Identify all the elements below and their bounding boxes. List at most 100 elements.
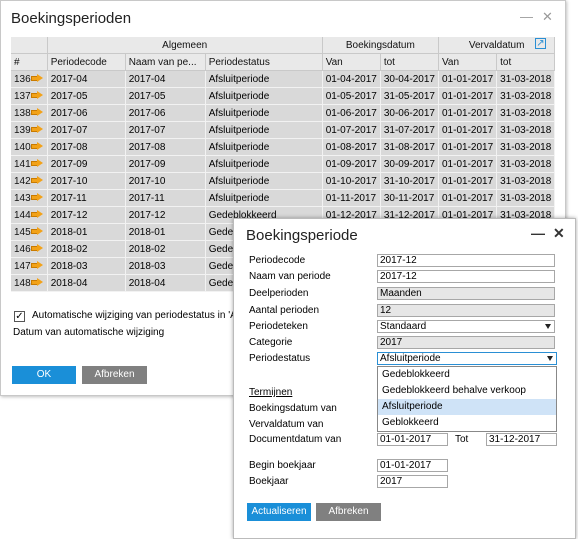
link-arrow-icon[interactable] (30, 107, 43, 117)
link-arrow-icon[interactable] (30, 175, 43, 185)
update-button[interactable]: Actualiseren (247, 503, 311, 521)
table-cell: 30-09-2017 (380, 155, 440, 173)
table-row[interactable]: 142 2017-10 2017-10 Afsluitperiode 01-10-201… (11, 172, 556, 190)
period-name-field[interactable]: 2017-12 (377, 270, 555, 283)
minimize-icon[interactable]: — (520, 9, 533, 24)
link-arrow-icon[interactable] (30, 158, 43, 168)
chevron-down-icon (547, 356, 553, 361)
row-number-cell: 136 (11, 70, 48, 88)
link-arrow-icon[interactable] (30, 277, 43, 287)
column-header[interactable]: Van (322, 53, 381, 71)
table-cell: 2017-08 (47, 138, 126, 156)
table-row[interactable]: 143 2017-11 2017-11 Afsluitperiode 01-11-201… (11, 189, 556, 207)
column-header[interactable]: Periodecode (47, 53, 126, 71)
link-arrow-icon[interactable] (30, 243, 43, 253)
status-option[interactable]: Geblokkeerd (378, 415, 556, 431)
dialog-close-icon[interactable]: ✕ (553, 225, 565, 242)
row-number: 140 (14, 141, 31, 153)
table-row[interactable]: 140 2017-08 2017-08 Afsluitperiode 01-08-201… (11, 138, 556, 156)
period-dialog: Boekingsperiode — ✕ Periodecode 2017-12 … (233, 218, 576, 539)
table-cell: 01-01-2017 (438, 138, 498, 156)
expand-icon[interactable]: ↗ (535, 38, 546, 49)
table-cell: 2017-07 (125, 121, 206, 139)
fiscal-year-field[interactable]: 2017 (377, 475, 448, 488)
period-status-select[interactable]: Afsluitperiode (377, 352, 557, 365)
column-header[interactable]: tot (496, 53, 556, 71)
link-arrow-icon[interactable] (30, 192, 43, 202)
table-cell: 2018-04 (125, 274, 206, 292)
table-row[interactable]: 136 2017-04 2017-04 Afsluitperiode 01-04-201… (11, 70, 556, 88)
due-date-label: Vervaldatum van (249, 419, 324, 430)
link-arrow-icon[interactable] (30, 226, 43, 236)
period-indicator-label: Periodeteken (249, 321, 308, 332)
row-number-cell: 140 (11, 138, 48, 156)
fiscal-year-start-field[interactable]: 01-01-2017 (377, 459, 448, 472)
subperiods-label: Deelperioden (249, 288, 309, 299)
table-cell: Afsluitperiode (205, 121, 323, 139)
table-cell: 2017-09 (125, 155, 206, 173)
period-status-value: Afsluitperiode (380, 353, 441, 364)
table-cell: 01-11-2017 (322, 189, 381, 207)
status-option[interactable]: Gedeblokkeerd behalve verkoop (378, 383, 556, 399)
category-label: Categorie (249, 337, 293, 348)
table-cell: 2017-11 (125, 189, 206, 207)
ok-button[interactable]: OK (12, 366, 76, 384)
close-icon[interactable]: ✕ (542, 9, 553, 25)
status-option[interactable]: Gedeblokkeerd (378, 367, 556, 383)
table-cell: 01-07-2017 (322, 121, 381, 139)
table-cell: 01-04-2017 (322, 70, 381, 88)
window-title: Boekingsperioden (11, 10, 132, 27)
link-arrow-icon[interactable] (30, 73, 43, 83)
table-cell: 31-03-2018 (496, 172, 556, 190)
row-number-cell: 146 (11, 240, 48, 258)
chevron-down-icon (545, 324, 551, 329)
doc-date-from-field[interactable]: 01-01-2017 (377, 433, 448, 446)
column-header[interactable]: # (11, 53, 48, 71)
table-cell: 31-03-2018 (496, 189, 556, 207)
table-row[interactable]: 138 2017-06 2017-06 Afsluitperiode 01-06-201… (11, 104, 556, 122)
link-arrow-icon[interactable] (30, 90, 43, 100)
auto-change-checkbox[interactable]: ✓ (14, 311, 25, 322)
link-arrow-icon[interactable] (30, 260, 43, 270)
row-number: 141 (14, 158, 31, 170)
column-header[interactable]: Periodestatus (205, 53, 323, 71)
period-code-field[interactable]: 2017-12 (377, 254, 555, 267)
table-cell: Afsluitperiode (205, 70, 323, 88)
table-cell: 2018-02 (125, 240, 206, 258)
table-cell: 2017-09 (47, 155, 126, 173)
row-number: 136 (14, 73, 31, 85)
table-cell: 2017-05 (47, 87, 126, 105)
group-header-general: Algemeen (47, 37, 323, 54)
table-row[interactable]: 137 2017-05 2017-05 Afsluitperiode 01-05-201… (11, 87, 556, 105)
period-indicator-value: Standaard (380, 321, 427, 332)
table-cell: 31-03-2018 (496, 155, 556, 173)
row-number-cell: 147 (11, 257, 48, 275)
terms-heading: Termijnen (249, 387, 293, 398)
dialog-cancel-button[interactable]: Afbreken (316, 503, 381, 521)
table-row[interactable]: 139 2017-07 2017-07 Afsluitperiode 01-07-201… (11, 121, 556, 139)
table-cell: 2018-01 (47, 223, 126, 241)
column-header[interactable]: Van (438, 53, 498, 71)
row-number-cell: 143 (11, 189, 48, 207)
doc-date-to-field[interactable]: 31-12-2017 (486, 433, 557, 446)
cancel-button[interactable]: Afbreken (82, 366, 147, 384)
period-indicator-select[interactable]: Standaard (377, 320, 555, 333)
dialog-minimize-icon[interactable]: — (531, 225, 545, 241)
dialog-title: Boekingsperiode (246, 227, 358, 244)
category-field: 2017 (377, 336, 555, 349)
column-header[interactable]: Naam van pe... (125, 53, 206, 71)
row-number: 139 (14, 124, 31, 136)
link-arrow-icon[interactable] (30, 141, 43, 151)
table-row[interactable]: 141 2017-09 2017-09 Afsluitperiode 01-09-201… (11, 155, 556, 173)
table-cell: 01-08-2017 (322, 138, 381, 156)
column-header[interactable]: tot (380, 53, 440, 71)
status-option[interactable]: Afsluitperiode (378, 399, 556, 415)
period-status-options: Gedeblokkeerd Gedeblokkeerd behalve verko… (377, 366, 557, 432)
table-cell: 2017-04 (125, 70, 206, 88)
table-cell: 30-11-2017 (380, 189, 440, 207)
row-number: 147 (14, 260, 31, 272)
link-arrow-icon[interactable] (30, 209, 43, 219)
table-cell: 01-01-2017 (438, 189, 498, 207)
link-arrow-icon[interactable] (30, 124, 43, 134)
table-cell: 01-01-2017 (438, 87, 498, 105)
